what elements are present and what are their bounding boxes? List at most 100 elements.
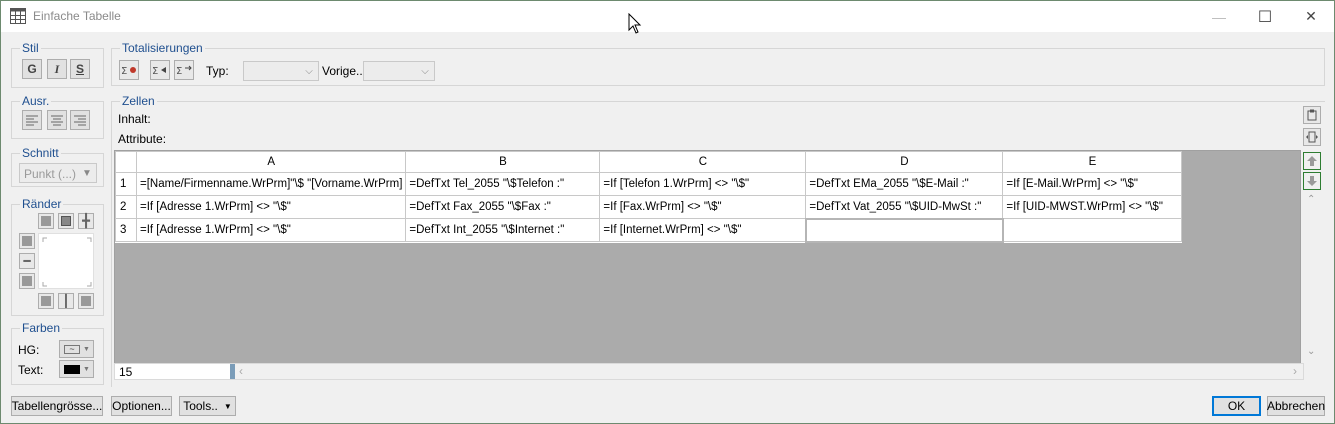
row-count-input[interactable] [115,364,230,379]
cell-grid[interactable]: A B C D E 1 =[Name/Firmenname.WrPrm]"\$ … [114,150,1301,364]
maximize-button[interactable]: ☐ [1242,1,1288,32]
table-cell[interactable] [804,217,1004,243]
vorige-label: Vorige.. [322,64,363,78]
border-grid-button[interactable]: ╋ [78,213,94,229]
border-right-icon [81,296,91,306]
typ-select[interactable]: ⌵ [243,61,319,81]
table-row: 1 =[Name/Firmenname.WrPrm]"\$ "[Vorname.… [115,172,1183,196]
maximize-icon: ☐ [1257,8,1273,26]
vertical-scrollbar[interactable]: ⌃ ⌄ [1303,150,1321,364]
text-color-label: Text: [18,363,44,377]
dialog-window: Einfache Tabelle — ☐ ✕ Stil G I S Ausr. … [0,0,1335,424]
horizontal-scrollbar[interactable]: ‹ › [114,363,1304,380]
table-cell[interactable]: =If [Adresse 1.WrPrm] <> "\$" [135,218,407,242]
bold-button[interactable]: G [22,59,42,79]
farben-legend: Farben [20,321,63,335]
row-header[interactable]: 3 [115,218,137,242]
minimize-button[interactable]: — [1196,1,1242,32]
close-icon: ✕ [1305,8,1317,24]
dropdown-arrow-icon: ▼ [223,401,232,411]
table-cell[interactable]: =DefTxt Fax_2055 "\$Fax :" [405,195,601,219]
ausrichtung-group: Ausr. [11,94,104,139]
scroll-down-icon[interactable]: ⌄ [1307,346,1315,357]
border-right-button[interactable] [78,293,94,309]
border-inner-h-button[interactable] [58,213,74,229]
border-left-button[interactable] [19,233,35,249]
total-sum-button[interactable]: Σ [150,60,170,80]
optionen-button[interactable]: Optionen... [111,396,172,416]
chevron-down-icon: ▼ [83,345,90,353]
attribute-label: Attribute: [118,132,167,146]
align-right-icon [74,115,86,126]
total-clear-button[interactable]: Σ [119,60,139,80]
ok-label: OK [1227,399,1246,413]
column-header[interactable]: B [405,151,601,173]
table-cell[interactable]: =If [Telefon 1.WrPrm] <> "\$" [599,172,807,196]
total-previous-button[interactable]: Σ [174,60,194,80]
border-bottom-left-button[interactable] [19,273,35,289]
minimize-icon: — [1212,8,1226,25]
column-header[interactable]: E [1002,151,1183,173]
table-cell[interactable]: =DefTxt Tel_2055 "\$Telefon :" [405,172,601,196]
table-cell[interactable]: =DefTxt Vat_2055 "\$UID-MwSt :" [805,195,1004,219]
ausrichtung-legend: Ausr. [20,94,52,108]
scroll-right-icon[interactable]: › [1293,364,1297,378]
column-header[interactable]: D [805,151,1004,173]
hg-color-swatch: ~ [64,344,80,354]
close-button[interactable]: ✕ [1288,1,1334,32]
clipboard-button[interactable] [1303,106,1321,124]
schnitt-legend: Schnitt [20,146,61,160]
optionen-label: Optionen... [112,399,171,413]
vorige-select[interactable]: ⌵ [363,61,435,81]
border-inner-v-button[interactable]: ┃ [58,293,74,309]
align-center-icon [51,115,63,126]
scroll-up-icon[interactable]: ⌃ [1307,194,1315,205]
table-cell[interactable]: =If [UID-MWST.WrPrm] <> "\$" [1002,195,1183,219]
row-header[interactable]: 2 [115,195,137,219]
abbrechen-button[interactable]: Abbrechen [1267,396,1325,416]
border-preview[interactable] [38,233,94,289]
align-left-button[interactable] [22,110,42,130]
border-middle-button[interactable]: ━ [19,253,35,269]
align-center-button[interactable] [47,110,67,130]
italic-button[interactable]: I [47,59,67,79]
schnitt-select[interactable]: Punkt (...) ▼ [19,163,97,183]
input-splitter[interactable] [230,364,235,379]
chevron-down-icon: ⌵ [305,65,313,77]
schnitt-select-value: Punkt (...) [24,167,77,181]
cell-table: A B C D E 1 =[Name/Firmenname.WrPrm]"\$ … [115,151,1183,243]
table-cell[interactable]: =If [Adresse 1.WrPrm] <> "\$" [135,195,407,219]
text-color-swatch [64,364,80,374]
ok-button[interactable]: OK [1212,396,1261,416]
move-row-up-button[interactable] [1303,152,1321,170]
table-cell[interactable]: =[Name/Firmenname.WrPrm]"\$ "[Vorname.Wr… [135,172,407,196]
move-row-down-button[interactable] [1303,172,1321,190]
scroll-left-icon[interactable]: ‹ [239,364,243,378]
border-top-button[interactable] [38,213,54,229]
column-header[interactable]: A [135,151,407,173]
row-header[interactable]: 1 [115,172,137,196]
table-cell[interactable] [1002,218,1183,242]
text-color-button[interactable]: ▼ [59,360,94,378]
table-row: 2 =If [Adresse 1.WrPrm] <> "\$" =DefTxt … [115,195,1183,219]
table-cell[interactable]: =If [Internet.WrPrm] <> "\$" [599,218,807,242]
column-header[interactable]: C [599,151,807,173]
table-cell[interactable]: =If [Fax.WrPrm] <> "\$" [599,195,807,219]
title-bar[interactable]: Einfache Tabelle — ☐ ✕ [1,1,1334,34]
align-right-button[interactable] [70,110,90,130]
border-bottom-icon [22,276,32,286]
strikethrough-button[interactable]: S [70,59,90,79]
svg-text:Σ: Σ [121,66,127,76]
sigma-clear-icon: Σ [121,66,136,76]
table-cell[interactable]: =If [E-Mail.WrPrm] <> "\$" [1002,172,1183,196]
tabellengroesse-button[interactable]: Tabellengrösse... [11,396,103,416]
column-width-button[interactable] [1303,128,1321,146]
border-bottom-button[interactable] [38,293,54,309]
hg-color-button[interactable]: ~ ▼ [59,340,94,358]
svg-text:Σ: Σ [176,66,182,76]
stil-group: Stil G I S [11,41,104,88]
column-width-icon [1306,131,1318,143]
tools-button[interactable]: Tools.. ▼ [179,396,236,416]
table-cell[interactable]: =DefTxt Int_2055 "\$Internet :" [405,218,601,242]
table-cell[interactable]: =DefTxt EMa_2055 "\$E-Mail :" [805,172,1004,196]
